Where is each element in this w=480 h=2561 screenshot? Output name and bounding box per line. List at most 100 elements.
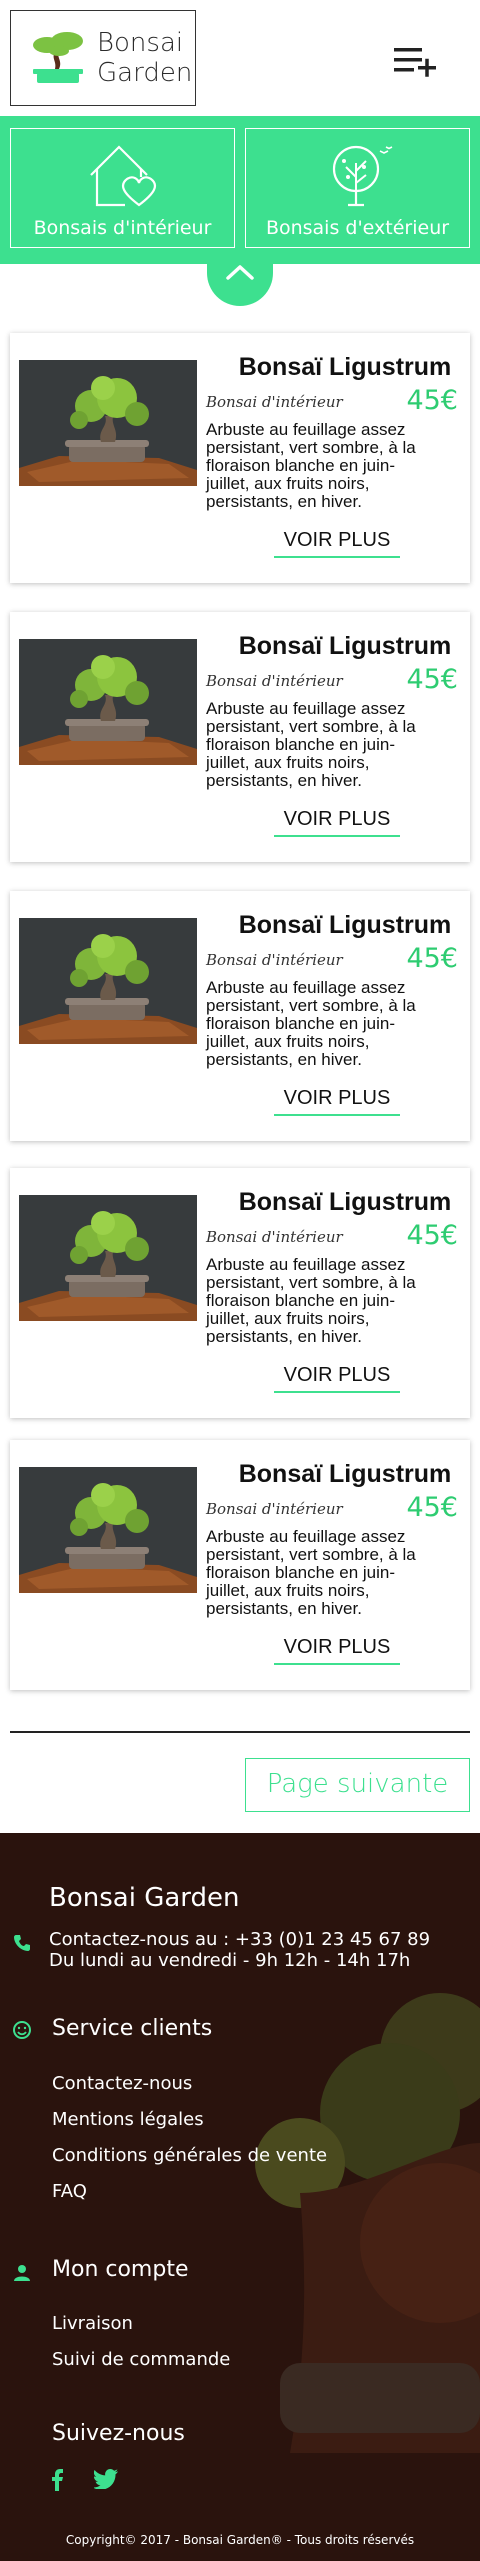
product-description-line: floraison blanche en juin-: [206, 1291, 396, 1310]
product-description: Arbuste au feuillage assez persistant, v…: [206, 1528, 464, 1618]
product-description-line: juillet, aux fruits noirs,: [206, 474, 370, 493]
account-heading: Mon compte: [52, 2257, 189, 2282]
category-indoor[interactable]: Bonsais d'intérieur: [10, 128, 235, 248]
menu-add-icon[interactable]: [392, 44, 440, 78]
category-indoor-label: Bonsais d'intérieur: [33, 217, 212, 239]
product-description-line: persistant, vert sombre, à la: [206, 1273, 416, 1292]
product-description-line: Arbuste au feuillage assez: [206, 1255, 406, 1274]
footer-contact: Contactez-nous au : +33 (0)1 23 45 67 89…: [49, 1929, 430, 1971]
bonsai-photo: [19, 918, 197, 1044]
site-footer: Bonsai Garden Contactez-nous au : +33 (0…: [0, 1833, 480, 2561]
product-title[interactable]: Bonsaï Ligustrum: [230, 1188, 460, 1217]
next-page-button[interactable]: Page suivante: [245, 1758, 470, 1812]
follow-heading: Suivez-nous: [52, 2421, 185, 2446]
facebook-icon[interactable]: [50, 2469, 64, 2491]
see-more-link[interactable]: VOIR PLUS: [274, 1636, 400, 1665]
see-more-link[interactable]: VOIR PLUS: [274, 1364, 400, 1393]
product-description-line: juillet, aux fruits noirs,: [206, 1309, 370, 1328]
category-outdoor[interactable]: Bonsais d'extérieur: [245, 128, 470, 248]
twitter-icon[interactable]: [94, 2469, 118, 2489]
see-more-link[interactable]: VOIR PLUS: [274, 1087, 400, 1116]
product-description-line: Arbuste au feuillage assez: [206, 1527, 406, 1546]
product-description-line: persistants, en hiver.: [206, 771, 362, 790]
chevron-up-icon: [226, 265, 254, 280]
product-image[interactable]: [19, 360, 197, 486]
product-image[interactable]: [19, 1467, 197, 1593]
bonsai-photo: [19, 360, 197, 486]
product-description: Arbuste au feuillage assez persistant, v…: [206, 700, 464, 790]
product-price: 45€: [406, 943, 458, 974]
product-price: 45€: [406, 664, 458, 695]
product-category: Bonsai d'intérieur: [206, 1228, 343, 1246]
footer-link-order-tracking[interactable]: Suivi de commande: [52, 2349, 230, 2370]
brand-line1: Bonsai: [97, 28, 184, 58]
contact-phone[interactable]: Contactez-nous au : +33 (0)1 23 45 67 89: [49, 1929, 430, 1950]
product-title[interactable]: Bonsaï Ligustrum: [230, 1460, 460, 1489]
product-description-line: persistants, en hiver.: [206, 1050, 362, 1069]
product-category: Bonsai d'intérieur: [206, 1500, 343, 1518]
product-description-line: Arbuste au feuillage assez: [206, 420, 406, 439]
product-price: 45€: [406, 385, 458, 416]
contact-hours: Du lundi au vendredi - 9h 12h - 14h 17h: [49, 1950, 411, 1971]
footer-link-legal[interactable]: Mentions légales: [52, 2109, 204, 2130]
product-description-line: floraison blanche en juin-: [206, 1563, 396, 1582]
bonsai-silhouette-decoration: [255, 1993, 480, 2453]
product-description-line: floraison blanche en juin-: [206, 456, 396, 475]
logo[interactable]: Bonsai Garden: [10, 10, 196, 106]
product-description-line: persistants, en hiver.: [206, 492, 362, 511]
house-heart-icon: [89, 145, 156, 207]
product-price: 45€: [406, 1492, 458, 1523]
product-description-line: floraison blanche en juin-: [206, 1014, 396, 1033]
product-image[interactable]: [19, 639, 197, 765]
category-bar: Bonsais d'intérieur Bonsais d'extérieur: [0, 116, 480, 264]
product-category: Bonsai d'intérieur: [206, 393, 343, 411]
product-description-line: persistant, vert sombre, à la: [206, 1545, 416, 1564]
product-image[interactable]: [19, 918, 197, 1044]
see-more-link[interactable]: VOIR PLUS: [274, 808, 400, 837]
bonsai-photo: [19, 1195, 197, 1321]
product-category: Bonsai d'intérieur: [206, 951, 343, 969]
footer-link-faq[interactable]: FAQ: [52, 2181, 87, 2202]
bonsai-photo: [19, 1467, 197, 1593]
product-card: Bonsaï Ligustrum Bonsai d'intérieur 45€ …: [10, 1168, 470, 1418]
product-description-line: persistant, vert sombre, à la: [206, 438, 416, 457]
service-heading: Service clients: [52, 2016, 213, 2041]
product-price: 45€: [406, 1220, 458, 1251]
product-image[interactable]: [19, 1195, 197, 1321]
brand-line2: Garden: [97, 58, 193, 88]
bonsai-photo: [19, 639, 197, 765]
product-card: Bonsaï Ligustrum Bonsai d'intérieur 45€ …: [10, 891, 470, 1141]
phone-icon: [14, 1935, 30, 1951]
collapse-categories-button[interactable]: [207, 248, 273, 306]
product-description: Arbuste au feuillage assez persistant, v…: [206, 979, 464, 1069]
product-description-line: Arbuste au feuillage assez: [206, 978, 406, 997]
product-title[interactable]: Bonsaï Ligustrum: [230, 911, 460, 940]
footer-link-delivery[interactable]: Livraison: [52, 2313, 133, 2334]
product-title[interactable]: Bonsaï Ligustrum: [230, 632, 460, 661]
product-description-line: persistant, vert sombre, à la: [206, 996, 416, 1015]
product-description-line: floraison blanche en juin-: [206, 735, 396, 754]
section-divider: [10, 1731, 470, 1733]
product-category: Bonsai d'intérieur: [206, 672, 343, 690]
site-header: Bonsai Garden: [0, 0, 480, 116]
product-description: Arbuste au feuillage assez persistant, v…: [206, 421, 464, 511]
product-description-line: juillet, aux fruits noirs,: [206, 753, 370, 772]
footer-brand: Bonsai Garden: [49, 1883, 240, 1913]
see-more-link[interactable]: VOIR PLUS: [274, 529, 400, 558]
product-description-line: juillet, aux fruits noirs,: [206, 1032, 370, 1051]
brand-name: Bonsai Garden: [97, 28, 192, 88]
product-description-line: persistants, en hiver.: [206, 1599, 362, 1618]
smiley-icon: [13, 2021, 31, 2039]
product-card: Bonsaï Ligustrum Bonsai d'intérieur 45€ …: [10, 612, 470, 862]
category-outdoor-label: Bonsais d'extérieur: [265, 217, 450, 239]
product-title[interactable]: Bonsaï Ligustrum: [230, 353, 460, 382]
copyright: Copyright© 2017 - Bonsai Garden® - Tous …: [65, 2533, 415, 2547]
product-card: Bonsaï Ligustrum Bonsai d'intérieur 45€ …: [10, 333, 470, 583]
user-icon: [14, 2265, 30, 2281]
tree-icon: [332, 145, 392, 207]
footer-link-terms[interactable]: Conditions générales de vente: [52, 2145, 327, 2166]
product-description-line: juillet, aux fruits noirs,: [206, 1581, 370, 1600]
product-card: Bonsaï Ligustrum Bonsai d'intérieur 45€ …: [10, 1440, 470, 1690]
footer-link-contact[interactable]: Contactez-nous: [52, 2073, 192, 2094]
bonsai-logo-icon: [33, 32, 83, 83]
